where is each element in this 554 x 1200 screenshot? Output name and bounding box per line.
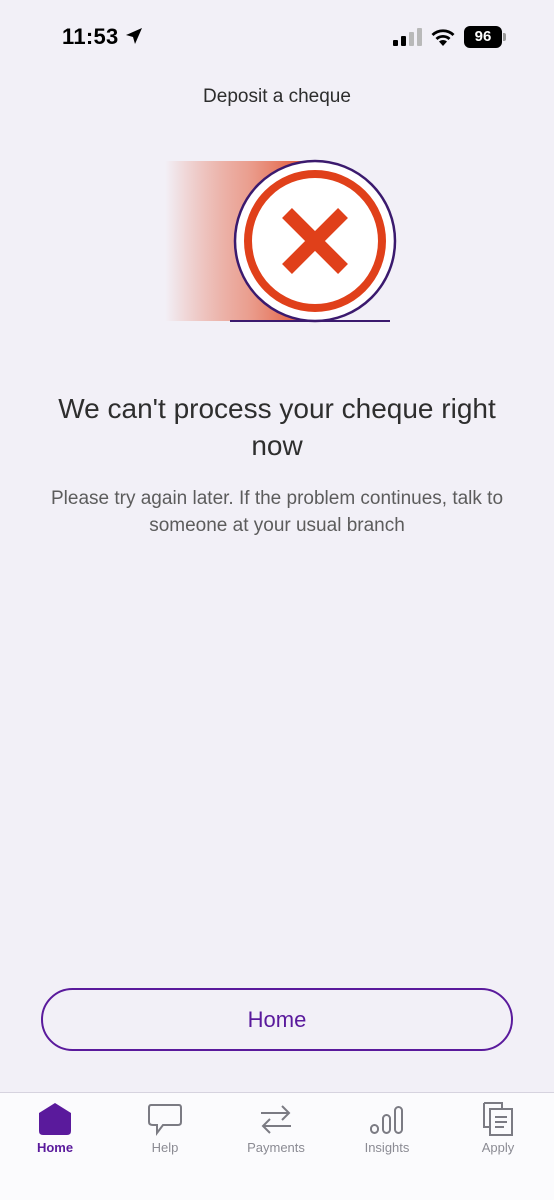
tab-label: Insights — [364, 1140, 410, 1155]
tab-label: Home — [36, 1140, 74, 1155]
transfer-arrows-icon — [261, 1105, 291, 1134]
status-bar: 11:53 96 — [0, 0, 554, 76]
page-title: Deposit a cheque — [203, 86, 351, 107]
home-icon — [39, 1103, 71, 1135]
battery-icon: 96 — [464, 26, 506, 48]
tab-help[interactable]: Help — [110, 1093, 220, 1173]
error-illustration — [165, 159, 397, 323]
wifi-icon — [431, 29, 455, 46]
speech-bubble-icon — [148, 1104, 182, 1136]
tab-label: Payments — [247, 1140, 305, 1155]
tab-apply[interactable]: Apply — [443, 1093, 553, 1173]
tab-label: Apply — [481, 1140, 515, 1155]
tab-payments[interactable]: Payments — [221, 1093, 331, 1173]
tab-bar: Home Help Payments Insights Apply — [0, 1092, 554, 1200]
error-x-icon — [233, 159, 397, 323]
location-arrow-icon — [126, 28, 142, 44]
battery-level: 96 — [464, 26, 502, 48]
tab-home[interactable]: Home — [0, 1093, 110, 1173]
error-message: Please try again later. If the problem c… — [50, 488, 504, 536]
tab-label: Help — [151, 1140, 179, 1155]
home-button[interactable]: Home — [41, 988, 513, 1051]
tab-insights[interactable]: Insights — [332, 1093, 442, 1173]
bar-chart-icon — [370, 1106, 403, 1134]
signal-icon — [393, 28, 422, 46]
status-time: 11:53 — [62, 24, 119, 49]
error-headline: We can't process your cheque right now — [58, 393, 496, 461]
documents-icon — [483, 1102, 513, 1136]
